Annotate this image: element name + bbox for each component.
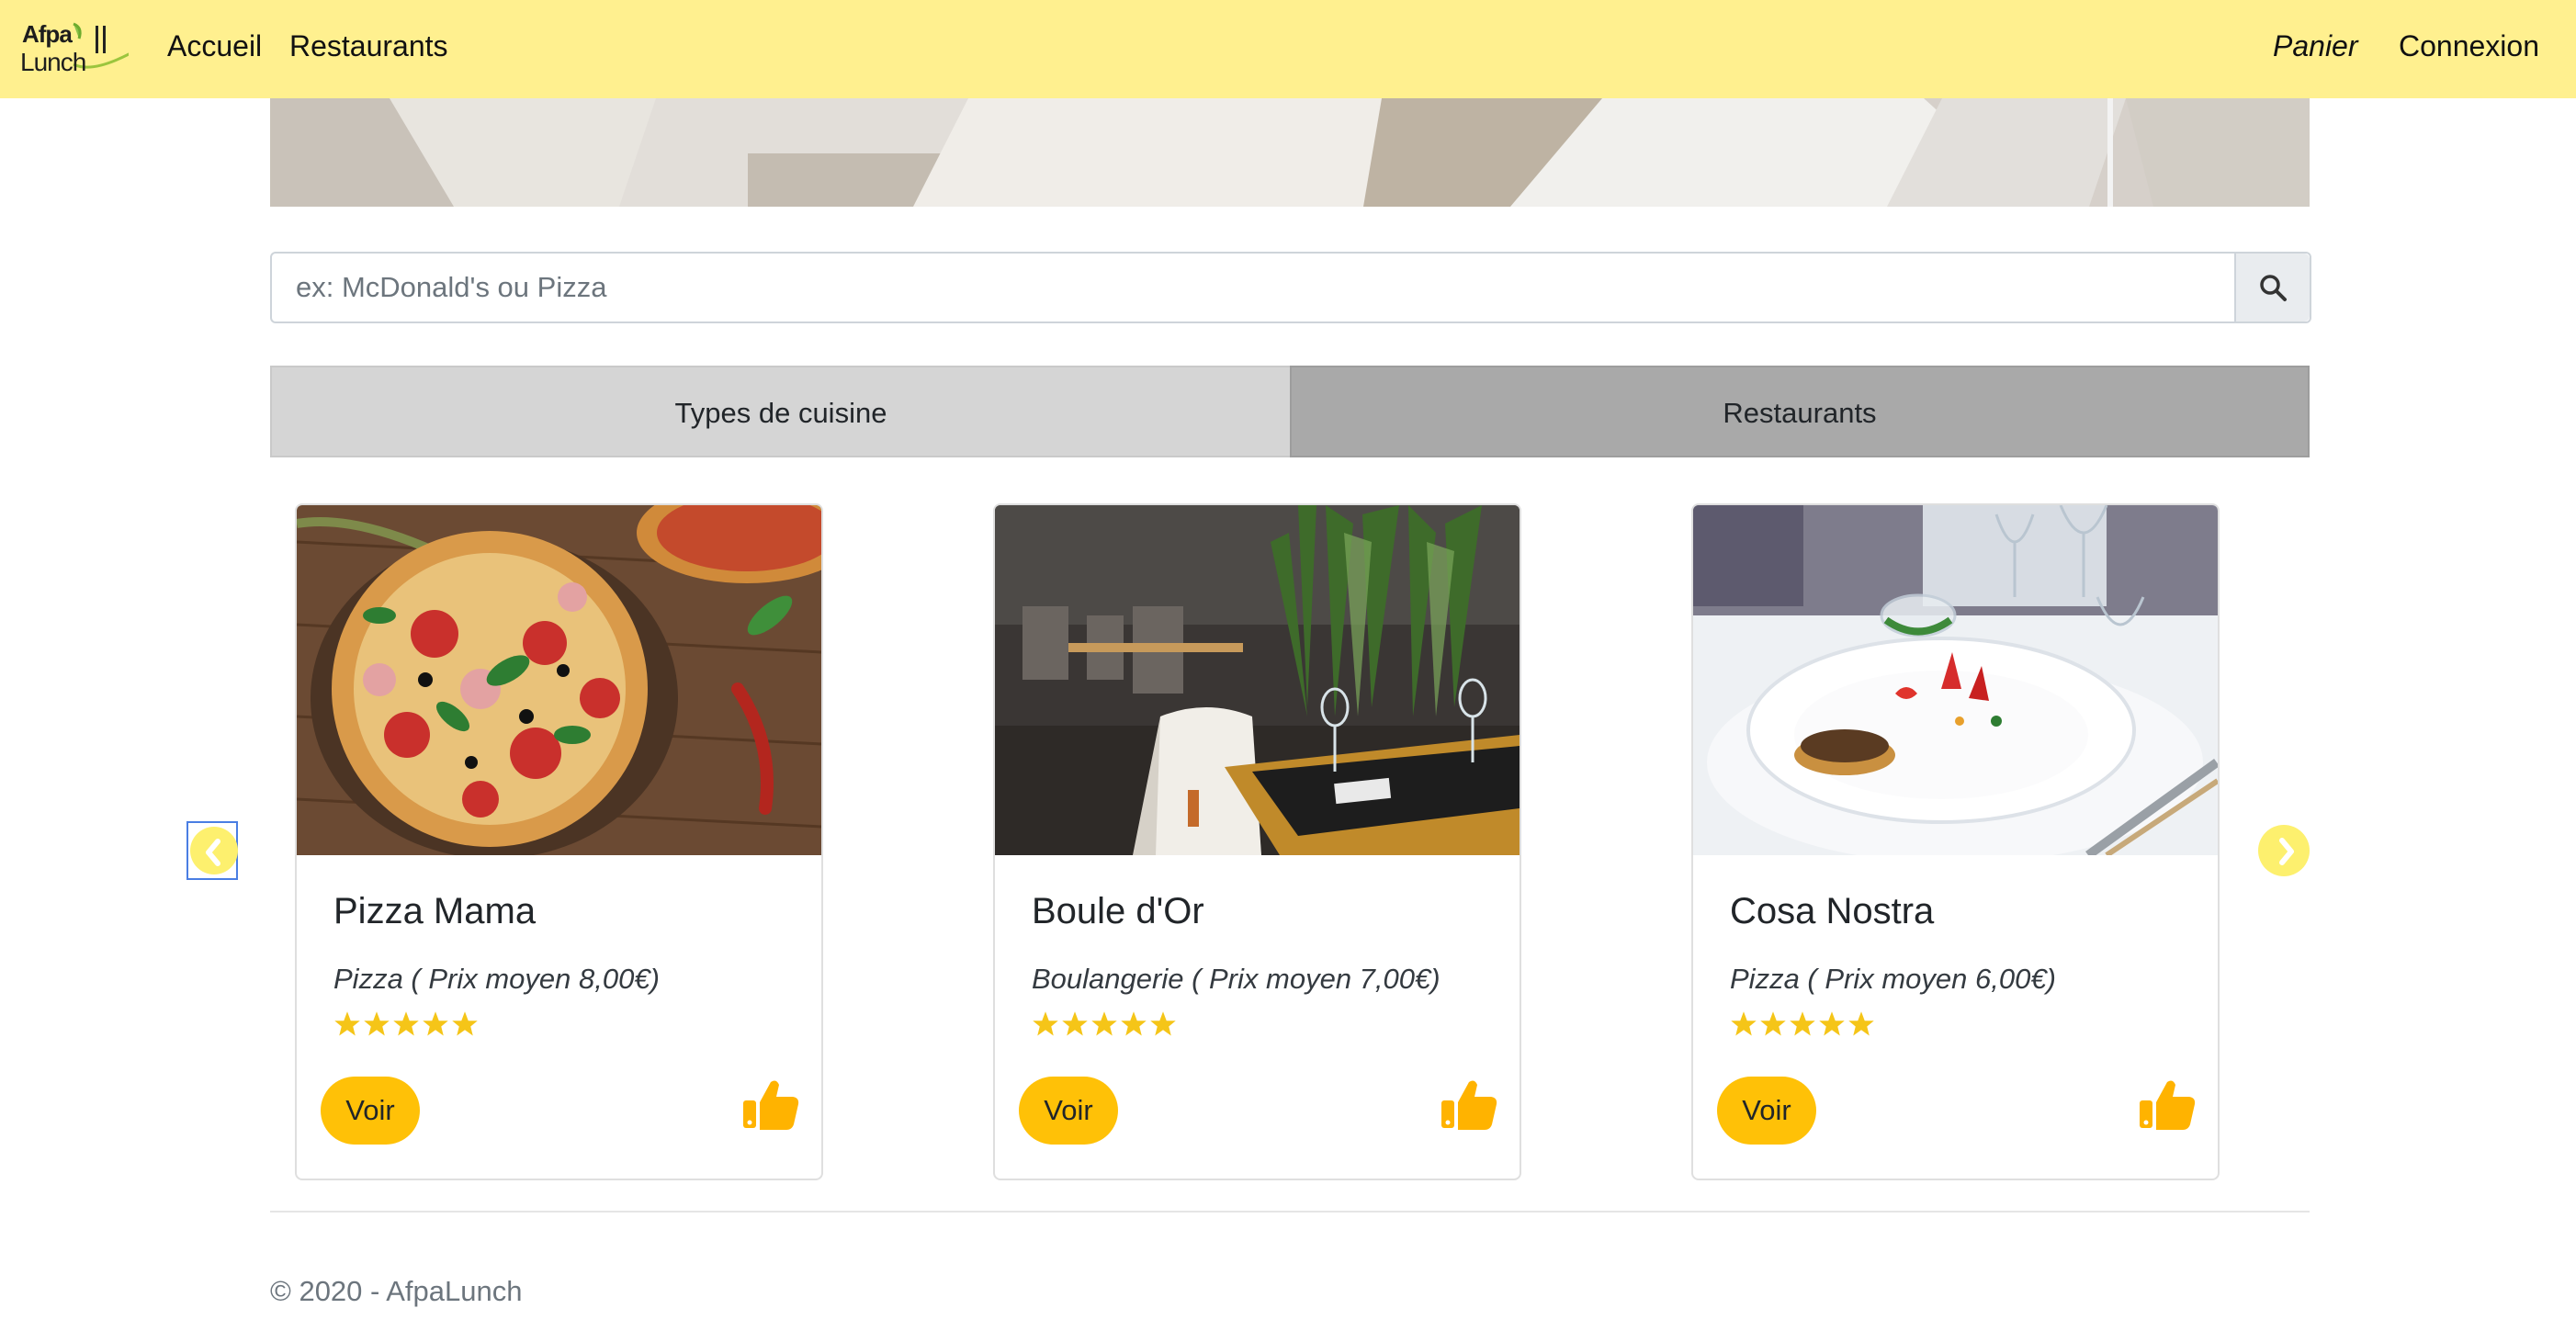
tab-restaurants[interactable]: Restaurants bbox=[1290, 366, 2310, 457]
restaurant-image-dish bbox=[1693, 505, 2218, 855]
carousel-prev-button[interactable] bbox=[186, 821, 238, 880]
star-icon bbox=[1731, 1011, 1757, 1036]
search-bar bbox=[270, 252, 2311, 323]
chevron-left-icon bbox=[206, 839, 220, 866]
star-icon bbox=[1121, 1011, 1147, 1036]
tab-types-de-cuisine[interactable]: Types de cuisine bbox=[270, 366, 1290, 457]
logo-text-afpa: Afpa bbox=[22, 20, 73, 48]
rating-stars bbox=[1730, 1010, 1875, 1042]
search-input[interactable] bbox=[272, 254, 2234, 321]
search-icon bbox=[2260, 275, 2287, 301]
star-icon bbox=[1848, 1011, 1874, 1036]
carousel-next-button[interactable] bbox=[2258, 825, 2311, 878]
voir-button[interactable]: Voir bbox=[1717, 1077, 1816, 1145]
chevron-right-icon bbox=[2279, 838, 2294, 865]
star-icon bbox=[364, 1011, 390, 1036]
logo[interactable]: Afpa Lunch bbox=[18, 17, 129, 81]
star-icon bbox=[1062, 1011, 1088, 1036]
restaurant-card: Pizza Mama Pizza ( Prix moyen 8,00€) Voi… bbox=[295, 503, 823, 1180]
restaurant-subtitle: Boulangerie ( Prix moyen 7,00€) bbox=[1032, 963, 1441, 995]
restaurant-title: Boule d'Or bbox=[1032, 891, 1204, 931]
rating-stars bbox=[1032, 1010, 1177, 1042]
hero-banner-image bbox=[270, 98, 2310, 207]
star-icon bbox=[1091, 1011, 1117, 1036]
star-icon bbox=[334, 1011, 360, 1036]
restaurant-card: Boule d'Or Boulangerie ( Prix moyen 7,00… bbox=[993, 503, 1521, 1180]
nav-link-panier[interactable]: Panier bbox=[2273, 26, 2358, 66]
restaurant-image-interior bbox=[995, 505, 1520, 855]
star-icon bbox=[1760, 1011, 1786, 1036]
restaurant-title: Pizza Mama bbox=[333, 891, 537, 931]
nav-link-restaurants[interactable]: Restaurants bbox=[289, 26, 448, 66]
star-icon bbox=[393, 1011, 419, 1036]
star-icon bbox=[1819, 1011, 1845, 1036]
footer-copyright: © 2020 - AfpaLunch bbox=[270, 1275, 523, 1307]
star-icon bbox=[1150, 1011, 1176, 1036]
nav-link-accueil[interactable]: Accueil bbox=[167, 26, 262, 66]
star-icon bbox=[1033, 1011, 1058, 1036]
search-button[interactable] bbox=[2234, 254, 2310, 321]
footer-divider bbox=[270, 1211, 2310, 1213]
restaurant-title: Cosa Nostra bbox=[1730, 891, 1935, 931]
voir-button[interactable]: Voir bbox=[321, 1077, 420, 1145]
thumbs-up-icon[interactable] bbox=[2138, 1077, 2197, 1132]
star-icon bbox=[423, 1011, 448, 1036]
star-icon bbox=[1790, 1011, 1815, 1036]
navbar: Afpa Lunch Accueil Restaurants Panier Co… bbox=[0, 0, 2576, 98]
nav-link-connexion[interactable]: Connexion bbox=[2399, 26, 2539, 66]
restaurant-image-pizza bbox=[297, 505, 821, 855]
logo-text-lunch: Lunch bbox=[20, 48, 86, 76]
restaurant-card: Cosa Nostra Pizza ( Prix moyen 6,00€) Vo… bbox=[1691, 503, 2220, 1180]
restaurant-subtitle: Pizza ( Prix moyen 8,00€) bbox=[333, 963, 660, 995]
voir-button[interactable]: Voir bbox=[1019, 1077, 1118, 1145]
rating-stars bbox=[333, 1010, 479, 1042]
category-tabs: Types de cuisine Restaurants bbox=[270, 366, 2310, 457]
restaurant-subtitle: Pizza ( Prix moyen 6,00€) bbox=[1730, 963, 2056, 995]
thumbs-up-icon[interactable] bbox=[1440, 1077, 1498, 1132]
star-icon bbox=[452, 1011, 478, 1036]
thumbs-up-icon[interactable] bbox=[741, 1077, 800, 1132]
